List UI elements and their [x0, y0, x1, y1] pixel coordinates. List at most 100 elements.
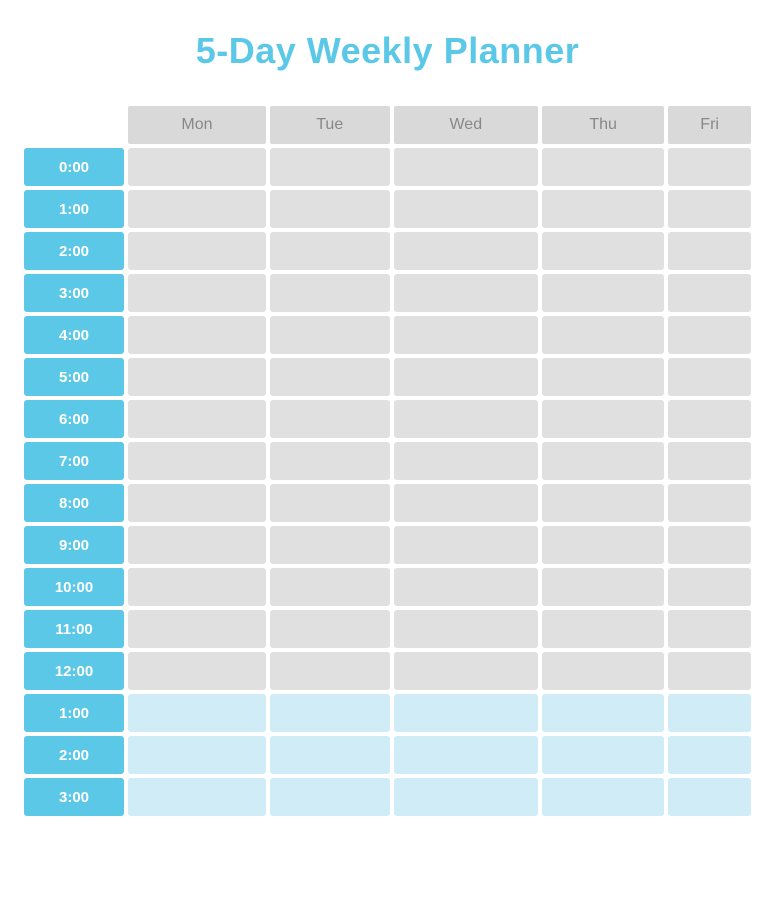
time-row: 3:00	[24, 274, 751, 312]
cell-row0-col0[interactable]	[128, 148, 266, 186]
cell-row3-col1[interactable]	[270, 274, 390, 312]
cell-row3-col0[interactable]	[128, 274, 266, 312]
cell-row0-col2[interactable]	[394, 148, 539, 186]
cell-row13-col0[interactable]	[128, 694, 266, 732]
cell-row9-col2[interactable]	[394, 526, 539, 564]
cell-row7-col0[interactable]	[128, 442, 266, 480]
cell-row13-col2[interactable]	[394, 694, 539, 732]
cell-row15-col2[interactable]	[394, 778, 539, 816]
cell-row4-col0[interactable]	[128, 316, 266, 354]
cell-row0-col4[interactable]	[668, 148, 751, 186]
cell-row14-col1[interactable]	[270, 736, 390, 774]
time-row: 11:00	[24, 610, 751, 648]
cell-row5-col0[interactable]	[128, 358, 266, 396]
time-label-15: 3:00	[24, 778, 124, 816]
cell-row6-col2[interactable]	[394, 400, 539, 438]
cell-row7-col4[interactable]	[668, 442, 751, 480]
cell-row10-col2[interactable]	[394, 568, 539, 606]
cell-row5-col4[interactable]	[668, 358, 751, 396]
cell-row4-col3[interactable]	[542, 316, 664, 354]
cell-row2-col0[interactable]	[128, 232, 266, 270]
time-label-3: 3:00	[24, 274, 124, 312]
time-label-7: 7:00	[24, 442, 124, 480]
cell-row13-col3[interactable]	[542, 694, 664, 732]
cell-row1-col0[interactable]	[128, 190, 266, 228]
cell-row10-col3[interactable]	[542, 568, 664, 606]
time-row: 3:00	[24, 778, 751, 816]
cell-row3-col3[interactable]	[542, 274, 664, 312]
cell-row1-col3[interactable]	[542, 190, 664, 228]
cell-row13-col4[interactable]	[668, 694, 751, 732]
cell-row12-col3[interactable]	[542, 652, 664, 690]
cell-row12-col0[interactable]	[128, 652, 266, 690]
cell-row3-col2[interactable]	[394, 274, 539, 312]
cell-row13-col1[interactable]	[270, 694, 390, 732]
time-label-1: 1:00	[24, 190, 124, 228]
cell-row0-col3[interactable]	[542, 148, 664, 186]
cell-row15-col4[interactable]	[668, 778, 751, 816]
cell-row10-col1[interactable]	[270, 568, 390, 606]
cell-row2-col3[interactable]	[542, 232, 664, 270]
cell-row1-col2[interactable]	[394, 190, 539, 228]
cell-row5-col1[interactable]	[270, 358, 390, 396]
cell-row9-col0[interactable]	[128, 526, 266, 564]
cell-row2-col1[interactable]	[270, 232, 390, 270]
cell-row10-col0[interactable]	[128, 568, 266, 606]
cell-row14-col0[interactable]	[128, 736, 266, 774]
cell-row11-col4[interactable]	[668, 610, 751, 648]
cell-row15-col0[interactable]	[128, 778, 266, 816]
cell-row8-col1[interactable]	[270, 484, 390, 522]
cell-row11-col2[interactable]	[394, 610, 539, 648]
cell-row8-col0[interactable]	[128, 484, 266, 522]
cell-row6-col1[interactable]	[270, 400, 390, 438]
cell-row11-col1[interactable]	[270, 610, 390, 648]
cell-row10-col4[interactable]	[668, 568, 751, 606]
cell-row6-col4[interactable]	[668, 400, 751, 438]
cell-row15-col3[interactable]	[542, 778, 664, 816]
time-label-2: 2:00	[24, 232, 124, 270]
time-row: 2:00	[24, 232, 751, 270]
cell-row12-col1[interactable]	[270, 652, 390, 690]
cell-row15-col1[interactable]	[270, 778, 390, 816]
day-header-wed: Wed	[394, 106, 539, 144]
cell-row14-col3[interactable]	[542, 736, 664, 774]
cell-row7-col3[interactable]	[542, 442, 664, 480]
cell-row2-col2[interactable]	[394, 232, 539, 270]
cell-row9-col3[interactable]	[542, 526, 664, 564]
time-row: 5:00	[24, 358, 751, 396]
cell-row11-col3[interactable]	[542, 610, 664, 648]
cell-row9-col4[interactable]	[668, 526, 751, 564]
cell-row8-col3[interactable]	[542, 484, 664, 522]
cell-row6-col0[interactable]	[128, 400, 266, 438]
cell-row7-col1[interactable]	[270, 442, 390, 480]
cell-row4-col2[interactable]	[394, 316, 539, 354]
cell-row4-col4[interactable]	[668, 316, 751, 354]
header-row: MonTueWedThuFri	[24, 106, 751, 144]
cell-row0-col1[interactable]	[270, 148, 390, 186]
cell-row9-col1[interactable]	[270, 526, 390, 564]
cell-row3-col4[interactable]	[668, 274, 751, 312]
time-label-10: 10:00	[24, 568, 124, 606]
cell-row1-col4[interactable]	[668, 190, 751, 228]
time-label-4: 4:00	[24, 316, 124, 354]
cell-row2-col4[interactable]	[668, 232, 751, 270]
cell-row12-col2[interactable]	[394, 652, 539, 690]
time-label-12: 12:00	[24, 652, 124, 690]
time-header	[24, 106, 124, 144]
cell-row6-col3[interactable]	[542, 400, 664, 438]
cell-row14-col2[interactable]	[394, 736, 539, 774]
cell-row8-col4[interactable]	[668, 484, 751, 522]
cell-row14-col4[interactable]	[668, 736, 751, 774]
day-header-mon: Mon	[128, 106, 266, 144]
time-row: 1:00	[24, 694, 751, 732]
cell-row11-col0[interactable]	[128, 610, 266, 648]
time-row: 12:00	[24, 652, 751, 690]
cell-row7-col2[interactable]	[394, 442, 539, 480]
cell-row4-col1[interactable]	[270, 316, 390, 354]
cell-row8-col2[interactable]	[394, 484, 539, 522]
planner-table: MonTueWedThuFri 0:001:002:003:004:005:00…	[20, 102, 755, 820]
cell-row1-col1[interactable]	[270, 190, 390, 228]
cell-row5-col3[interactable]	[542, 358, 664, 396]
cell-row12-col4[interactable]	[668, 652, 751, 690]
cell-row5-col2[interactable]	[394, 358, 539, 396]
